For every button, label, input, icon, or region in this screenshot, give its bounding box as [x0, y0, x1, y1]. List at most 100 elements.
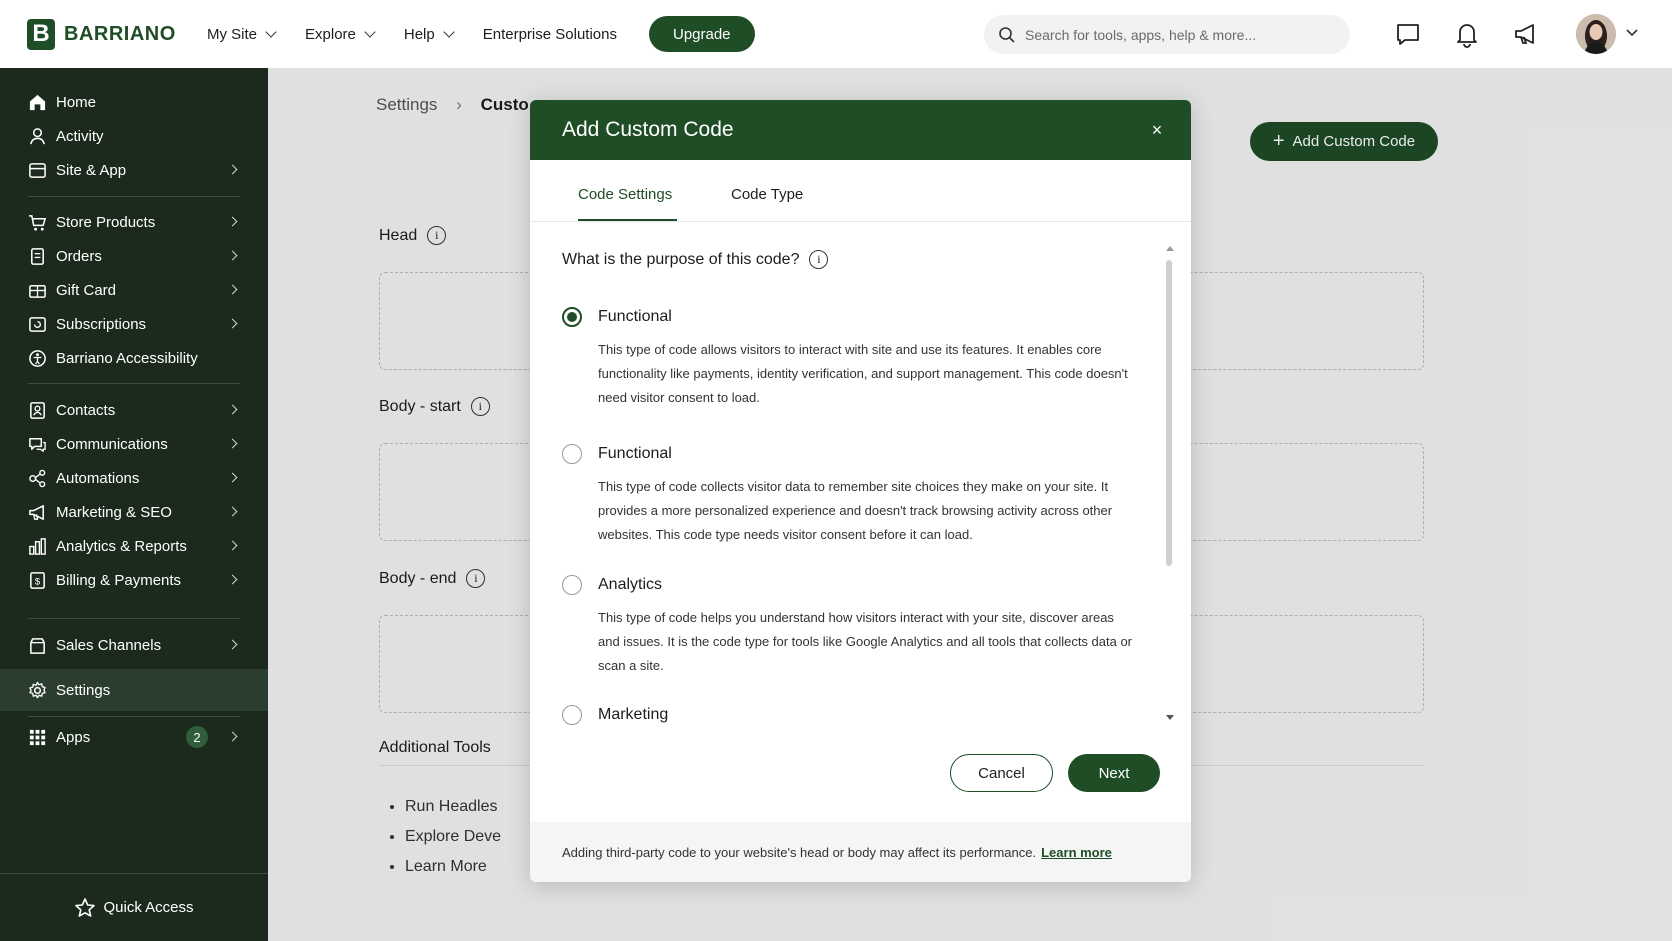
radio-button[interactable]: [562, 575, 582, 595]
sidebar-item-analytics-reports[interactable]: Analytics & Reports: [0, 529, 268, 563]
modal-footer: Adding third-party code to your website'…: [530, 822, 1191, 882]
sidebar-divider: [28, 716, 240, 717]
chevron-down-icon[interactable]: [1625, 28, 1639, 38]
sidebar-item-activity[interactable]: Activity: [0, 119, 268, 153]
accessibility-icon: [29, 349, 46, 367]
modal-title: Add Custom Code: [562, 118, 734, 141]
sidebar-item-settings[interactable]: Settings: [0, 669, 268, 711]
chat-icon[interactable]: [1394, 20, 1422, 48]
subscriptions-icon: [29, 316, 46, 332]
nav-explore[interactable]: Explore: [305, 25, 376, 43]
nav-label: Explore: [305, 25, 356, 43]
activity-icon: [30, 127, 45, 144]
sidebar-divider: [28, 383, 240, 384]
nav-help[interactable]: Help: [404, 26, 455, 43]
top-bar: B BARRIANO My Site Explore Help Enterpri…: [0, 0, 1672, 68]
close-icon[interactable]: ×: [1149, 121, 1165, 139]
learn-more-link[interactable]: Learn more: [1041, 845, 1112, 860]
purpose-question: What is the purpose of this code? i: [562, 250, 829, 269]
next-button[interactable]: Next: [1068, 754, 1160, 792]
sidebar-item-sales-channels[interactable]: Sales Channels: [0, 628, 268, 662]
sidebar-item-label: Automations: [56, 469, 140, 487]
communications-icon: [29, 437, 46, 452]
star-icon: [75, 897, 96, 917]
quick-access-button[interactable]: Quick Access: [0, 873, 268, 941]
scrollbar-thumb[interactable]: [1166, 260, 1172, 566]
active-tab-indicator: [578, 219, 677, 221]
tab-code-type[interactable]: Code Type: [731, 186, 803, 203]
chevron-right-icon: [227, 318, 238, 329]
modal-tabs: Code Settings Code Type: [530, 160, 1191, 222]
nav-my-site[interactable]: My Site: [207, 25, 277, 43]
sidebar-item-label: Marketing & SEO: [56, 503, 172, 521]
logo-mark: B: [27, 18, 55, 50]
nav-label: Enterprise Solutions: [482, 25, 617, 43]
radio-button[interactable]: [562, 307, 582, 327]
cart-icon: [28, 214, 47, 231]
sidebar-item-communications[interactable]: Communications: [0, 427, 268, 461]
sidebar-item-billing-payments[interactable]: $ Billing & Payments: [0, 563, 268, 597]
upgrade-button[interactable]: Upgrade: [648, 16, 755, 52]
sidebar-item-site-app[interactable]: Site & App: [0, 153, 268, 187]
chevron-right-icon: [227, 639, 238, 650]
sidebar-item-label: Subscriptions: [56, 315, 147, 333]
sidebar-item-label: Communications: [56, 435, 168, 453]
site-app-icon: [29, 162, 46, 178]
footer-text: Adding third-party code to your website'…: [562, 844, 1037, 860]
brand-logo[interactable]: B BARRIANO: [27, 18, 207, 50]
info-icon[interactable]: i: [809, 250, 829, 269]
radio-button[interactable]: [562, 705, 582, 725]
analytics-icon: [29, 537, 46, 555]
sidebar-item-contacts[interactable]: Contacts: [0, 393, 268, 427]
sidebar-item-home[interactable]: Home: [0, 85, 268, 119]
sidebar-item-barriano-accessibility[interactable]: Barriano Accessibility: [0, 341, 268, 375]
tab-code-settings[interactable]: Code Settings: [578, 186, 672, 203]
option-title: Marketing: [598, 706, 669, 723]
option-description: This type of code helps you understand h…: [598, 610, 1133, 673]
scroll-up-icon[interactable]: [1166, 246, 1174, 251]
chevron-right-icon: [227, 438, 238, 449]
chevron-right-icon: [227, 250, 238, 261]
home-icon: [29, 94, 46, 110]
sidebar-item-label: Barriano Accessibility: [56, 349, 198, 367]
cancel-button[interactable]: Cancel: [950, 754, 1053, 792]
sidebar-item-label: Store Products: [56, 213, 156, 231]
chevron-down-icon: [364, 25, 376, 38]
quick-access-label: Quick Access: [103, 899, 194, 916]
sidebar-item-automations[interactable]: Automations: [0, 461, 268, 495]
sidebar-item-label: Billing & Payments: [56, 571, 182, 589]
bell-icon[interactable]: [1453, 20, 1481, 48]
chevron-down-icon: [265, 25, 277, 38]
sidebar-item-marketing-seo[interactable]: Marketing & SEO: [0, 495, 268, 529]
sidebar-item-label: Home: [56, 93, 97, 111]
settings-icon: [29, 681, 46, 698]
sidebar-item-label: Settings: [56, 681, 111, 699]
search-bar[interactable]: [984, 15, 1350, 54]
sidebar-item-orders[interactable]: Orders: [0, 239, 268, 273]
svg-text:$: $: [35, 576, 41, 587]
chevron-right-icon: [227, 284, 238, 295]
nav-enterprise-solutions[interactable]: Enterprise Solutions: [483, 26, 617, 43]
chevron-right-icon: [227, 506, 238, 517]
option-description: This type of code collects visitor data …: [598, 479, 1113, 542]
apps-icon: [29, 729, 46, 745]
avatar[interactable]: [1576, 14, 1616, 54]
automations-icon: [29, 469, 46, 487]
sidebar-item-gift-card[interactable]: Gift Card: [0, 273, 268, 307]
search-input[interactable]: [1025, 26, 1325, 43]
orders-icon: [31, 247, 44, 265]
sales-channels-icon: [30, 637, 45, 654]
sidebar-item-subscriptions[interactable]: Subscriptions: [0, 307, 268, 341]
sidebar-item-store-products[interactable]: Store Products: [0, 205, 268, 239]
scroll-down-icon[interactable]: [1166, 715, 1174, 720]
gift-card-icon: [29, 284, 46, 298]
sidebar-item-label: Orders: [56, 247, 102, 265]
radio-button[interactable]: [562, 444, 582, 464]
sidebar-divider: [28, 618, 240, 619]
option-description: This type of code allows visitors to int…: [598, 342, 1128, 405]
option-title: Analytics: [598, 576, 663, 593]
megaphone-icon[interactable]: [1512, 20, 1540, 48]
apps-count-badge: 2: [186, 726, 208, 748]
sidebar-item-apps[interactable]: Apps 2: [0, 720, 268, 754]
sidebar-item-label: Sales Channels: [56, 636, 162, 654]
